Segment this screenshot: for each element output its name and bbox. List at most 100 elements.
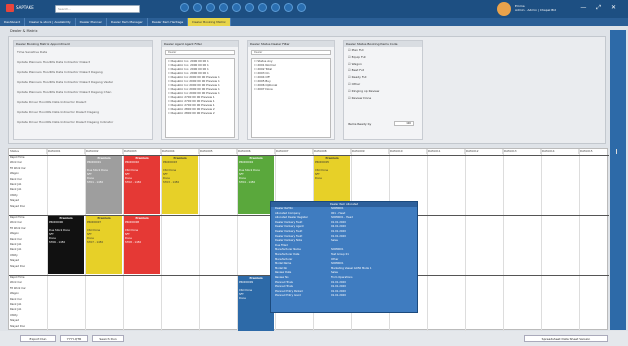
booking-checkbox[interactable]: ☑ Review Done <box>344 95 422 102</box>
toolbar-icon-4[interactable] <box>219 3 228 12</box>
booking-checkbox[interactable]: ☑ Other <box>344 81 422 88</box>
toolbar-icon-8[interactable] <box>271 3 280 12</box>
export-button[interactable]: Export Dun <box>20 335 56 342</box>
grid-divider <box>427 149 428 331</box>
filter-box-title: Dealer Agent Agent Filter <box>162 41 238 47</box>
row-label: Wagon <box>10 172 19 176</box>
row-label: Stayed <box>10 199 20 203</box>
toolbar-icon-9[interactable] <box>284 3 293 12</box>
tab-4[interactable]: Dealer Item Heritage <box>148 18 189 26</box>
status-select[interactable]: Dealer <box>251 50 331 55</box>
row-label: Rank Job <box>10 303 22 306</box>
row-label: Work Car <box>10 161 22 165</box>
column-header: DATA006 <box>238 149 275 154</box>
popup-row: Planned Entry Good 01.01.2020 <box>271 294 417 299</box>
filter-box-appointment: Dealer Booking Matrix Appointment Time S… <box>13 40 153 140</box>
search-input[interactable]: Search… <box>55 5 140 13</box>
row-label: Wagon <box>10 232 19 236</box>
status-option[interactable]: ☐ 2007 Done <box>252 87 330 91</box>
booking-card[interactable]: Premium PROD0002 CSO Done SFT Done STO2 - 14… <box>124 156 160 214</box>
status-list[interactable]: ☐ Status Any ☐ 2001 Normal ☐ 2002 Total ☐ 2… <box>251 58 331 138</box>
booking-card[interactable]: Premium PROD0004 Due Stock Done SFT Done STO… <box>238 156 274 214</box>
column-header: DATA003 <box>124 149 161 154</box>
row-label: Rank Car <box>10 237 22 241</box>
card-line: STO3 - 1450 <box>163 181 180 184</box>
row-label: Rank Job <box>10 188 22 192</box>
grid-divider <box>199 149 200 331</box>
row-label: Rank Job <box>10 248 22 252</box>
row-label: Utility <box>10 193 18 197</box>
booking-checkbox[interactable]: ☑ Equip Fut <box>344 54 422 61</box>
column-header: DATA004 <box>162 149 199 154</box>
toolbar-icon-6[interactable] <box>245 3 254 12</box>
toolbar-icon-10[interactable] <box>297 3 306 12</box>
tab-1[interactable]: Dealer & stock | Availability <box>25 18 76 26</box>
popup-value: 01.01.2020 <box>331 294 346 298</box>
toolbar-icon-7[interactable] <box>258 3 267 12</box>
side-panel-toggle[interactable] <box>610 30 626 330</box>
spreadsheet-button[interactable]: Spreadsheet Data Sheet Version <box>524 335 608 342</box>
booking-checkbox[interactable]: ☑ Best Fut <box>344 67 422 74</box>
tab-bar: Dashboard Dealer & stock | Availability De… <box>0 18 628 26</box>
tab-2[interactable]: Dealer Planner <box>76 18 107 26</box>
column-header: DATA008 <box>314 149 351 154</box>
row-label: Rank Car <box>10 177 22 181</box>
booking-card[interactable]: Premium PROD0001 Due Stock Done SFT Done STO… <box>86 156 122 214</box>
tab-5[interactable]: Dealer Booking Matrix <box>188 18 231 26</box>
booking-card[interactable]: Premium PROD0008 CSO Done SFT Done STO8 - 14… <box>124 216 160 274</box>
agent-list[interactable]: ☐ Republic Inc. 2000 00 00 1 ☐ Republic I… <box>165 58 235 138</box>
grid-divider <box>579 149 580 331</box>
column-header: DATA010 <box>390 149 427 154</box>
app-header: SAPTAKE Search… Emma Admin · Admin | Chap… <box>0 0 628 18</box>
appointment-option[interactable]: Update Driver Hoodlife Data Indirector D… <box>14 107 152 117</box>
appointment-option[interactable]: Time Sensitive Data <box>14 47 152 57</box>
booking-checkbox[interactable]: ☑ Ringing op Review <box>344 88 422 95</box>
column-header: DATA002 <box>86 149 123 154</box>
agent-select[interactable]: Dealer <box>165 50 235 55</box>
booking-checkbox[interactable]: ☑ Wagon <box>344 61 422 68</box>
appointment-option[interactable]: Update Planners Hoodlife Data Indirector… <box>14 57 152 67</box>
row-label: Rank Car <box>10 297 22 301</box>
app-logo: SAPTAKE <box>6 4 36 14</box>
items-ready-input[interactable]: 100 <box>394 121 414 126</box>
tab-3[interactable]: Dealer Item Manager <box>107 18 148 26</box>
booking-card[interactable]: Premium PROD0006 Due Stock Done SFT Done STO… <box>48 216 84 274</box>
toolbar-icon-3[interactable] <box>206 3 215 12</box>
filter-box-title: Dealer Status Dealer Filter <box>248 41 334 47</box>
appointment-option[interactable]: Update Planners Hoodlife Data Indirector… <box>14 67 152 77</box>
column-header: DATA009 <box>352 149 389 154</box>
tab-0[interactable]: Dashboard <box>0 18 26 26</box>
appointment-option[interactable]: Update Planners Hoodlife Data Indirector… <box>14 87 152 97</box>
search-button[interactable]: Search Dun <box>92 335 124 342</box>
row-label: Stayed Doo <box>10 204 26 208</box>
row-label: Fit Work Car <box>10 166 26 170</box>
avatar[interactable] <box>497 2 511 16</box>
booking-card[interactable]: Premium PROD0007 CSO Done SFT Done STO7 - 14… <box>86 216 122 274</box>
item-detail-popup: Dealer Item Allocated Dealer Ref No SDM00… <box>270 201 418 313</box>
row-label: Work Car <box>10 281 22 285</box>
window-controls[interactable]: — ⤢ ✕ <box>580 4 620 12</box>
appointment-option[interactable]: Update Driver Hoodlife Data Indirector D… <box>14 97 152 107</box>
row-label: Utility <box>10 313 18 317</box>
year-select[interactable]: YYYY-QTR <box>60 335 88 342</box>
toolbar-icon-2[interactable] <box>193 3 202 12</box>
user-info: Emma Admin · Admin | Chapel Bld <box>515 4 556 12</box>
appointment-option[interactable]: Update Driver Hoodlife Data Indirector D… <box>14 117 152 127</box>
toolbar-icon-5[interactable] <box>232 3 241 12</box>
row-label: Rank Job <box>10 308 22 312</box>
agent-option[interactable]: ☐ Republic 2800 00 00 Preview 2 <box>166 111 234 115</box>
logo-text: SAPTAKE <box>16 5 34 10</box>
booking-card[interactable]: Premium PROD0009 CSO Done SFT Done <box>238 276 274 334</box>
filter-box-booking: Dealer Status Booking Items Code ☑ Plan … <box>343 40 423 140</box>
row-label: Stayed <box>10 259 20 263</box>
toolbar-icons <box>180 3 306 12</box>
card-line: STO8 - 1450 <box>125 241 142 244</box>
items-ready-label: Items Ready by <box>348 122 372 126</box>
card-line: STO4 - 1450 <box>239 181 256 184</box>
booking-checkbox[interactable]: ☑ Ready Fut <box>344 74 422 81</box>
toolbar-icon-1[interactable] <box>180 3 189 12</box>
row-label: Fit Work Car <box>10 226 26 230</box>
booking-card[interactable]: Premium PROD0003 CSO Done SFT Done STO3 - 14… <box>162 156 198 214</box>
appointment-option[interactable]: Update Planners Hoodlife Data Indirector… <box>14 77 152 87</box>
booking-checkbox[interactable]: ☑ Plan Fut <box>344 47 422 54</box>
